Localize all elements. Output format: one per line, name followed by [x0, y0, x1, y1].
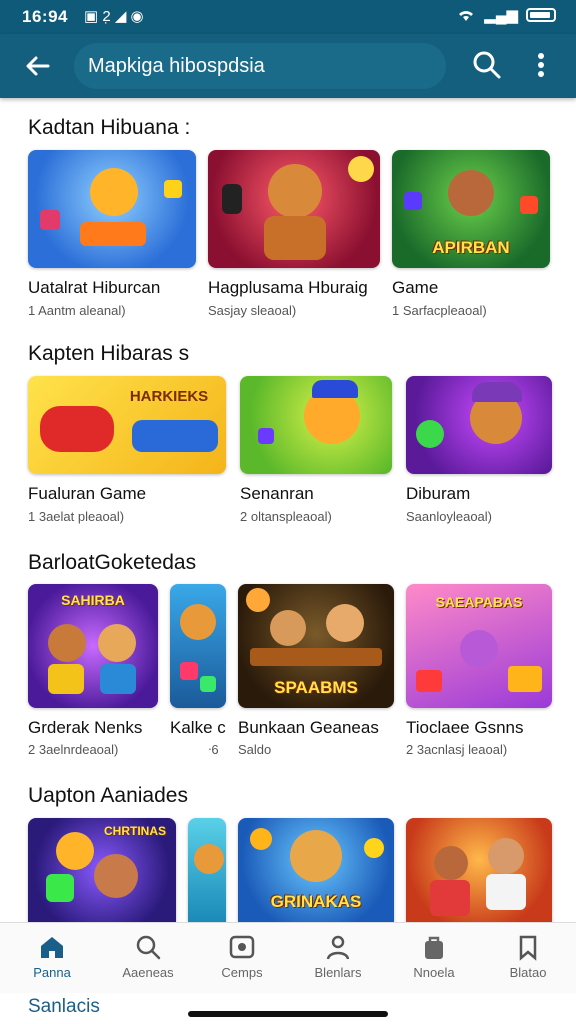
nav-label: Panna — [33, 965, 71, 980]
section-title: Kadtan Hibuana : — [28, 116, 191, 139]
thumbnail-label: CHRTINAS — [104, 824, 166, 838]
game-title: Bunkaan Geaneas — [238, 718, 379, 737]
section-title: Uapton Aaniades — [28, 784, 188, 807]
game-thumbnail: SAHIRBA — [28, 584, 158, 708]
footer-link[interactable]: Sanlacis — [28, 996, 100, 1018]
game-thumbnail: SPAABMS — [238, 584, 394, 708]
game-card[interactable]: SAEAPABAS Tioclaee Gsnns 2 3acnlasj leao… — [406, 584, 552, 769]
game-card[interactable]: GRINAKAS — [238, 818, 394, 922]
game-card[interactable] — [188, 818, 226, 922]
game-thumbnail — [28, 150, 196, 268]
game-thumbnail — [406, 376, 552, 474]
game-thumbnail — [188, 818, 226, 922]
search-button[interactable] — [470, 48, 504, 82]
game-meta: 2 3aelnrdeaoal) — [28, 742, 119, 757]
game-title: Senanran — [240, 484, 314, 503]
home-icon — [41, 937, 63, 958]
game-title: Fualuran Game — [28, 484, 147, 503]
game-title: Diburam — [406, 484, 471, 503]
wifi-icon — [459, 11, 474, 21]
game-thumbnail: SAEAPABAS — [406, 584, 552, 708]
game-card[interactable] — [406, 818, 552, 922]
game-meta: Sasjay sleaoal) — [208, 303, 297, 318]
game-card[interactable]: Uatalrat Hiburcan 1 Aantm aleanal) — [28, 150, 196, 325]
thumbnail-label: GRINAKAS — [270, 892, 362, 911]
back-button[interactable] — [20, 48, 56, 84]
nav-label: Cemps — [221, 965, 263, 980]
section-title: Kapten Hibaras s — [28, 342, 190, 365]
nav-item-saved[interactable]: Blatao — [480, 923, 576, 993]
gamepad-icon — [229, 935, 255, 959]
more-vert-icon — [538, 53, 544, 77]
game-meta: 2 3acnlasj leaoal) — [406, 742, 508, 757]
nav-label: Blatao — [509, 965, 547, 980]
thumbnail-label: HARKIEKS — [129, 388, 209, 405]
game-title: Uatalrat Hiburcan — [28, 278, 161, 297]
game-meta: ᐧ6 — [208, 742, 219, 757]
thumbnail-label: APIRBAN — [432, 238, 510, 257]
game-thumbnail: HARKIEKS — [28, 376, 226, 474]
game-card[interactable]: SPAABMS Bunkaan Geaneas Saldo — [238, 584, 394, 769]
game-meta: 1 3aelat pleaoal) — [28, 509, 125, 524]
nav-item-profile[interactable]: Blenlars — [290, 923, 386, 993]
search-icon — [136, 935, 161, 960]
game-thumbnail: APIRBAN — [392, 150, 550, 268]
thumbnail-label: SAEAPABAS — [435, 594, 523, 610]
game-meta: 1 Aantm aleanal) — [28, 303, 126, 318]
nav-label: Aaeneas — [122, 965, 174, 980]
nav-label: Blenlars — [314, 965, 362, 980]
bookmark-icon — [519, 935, 537, 961]
search-icon — [473, 51, 501, 79]
game-title: Kalke c — [170, 718, 226, 737]
thumbnail-label: SPAABMS — [274, 678, 358, 697]
arrow-left-icon — [26, 56, 50, 76]
nav-item-home[interactable]: Panna — [4, 923, 100, 993]
home-indicator[interactable] — [188, 1011, 388, 1017]
game-meta: Saldo — [238, 742, 272, 757]
game-card[interactable]: Diburam Saanloyleaoal) — [406, 376, 552, 526]
app-bar: Mapkiga hibospdsia — [0, 34, 576, 98]
nav-item-store[interactable]: Nnoela — [386, 923, 482, 993]
game-card[interactable]: CHRTINAS — [28, 818, 176, 922]
nav-item-games[interactable]: Cemps — [194, 923, 290, 993]
status-bar: 16:94 ▣ 2̣ ◢ ◉ ▂▄▆ — [0, 0, 576, 34]
status-time: 16:94 — [22, 7, 68, 26]
bottom-navigation: Panna Aaeneas Cemps Blenlars Nnoela Blat… — [0, 922, 576, 993]
system-icons: ▂▄▆ — [456, 6, 556, 24]
game-meta: 2 oltanspleaoal) — [240, 509, 332, 524]
game-thumbnail: GRINAKAS — [238, 818, 394, 922]
thumbnail-label: SAHIRBA — [61, 592, 125, 608]
game-card[interactable]: HARKIEKS Fualuran Game 1 3aelat pleaoal) — [28, 376, 226, 526]
game-card[interactable]: SAHIRBA Grderak Nenks 2 3aelnrdeaoal) — [28, 584, 158, 769]
nav-label: Nnoela — [413, 965, 455, 980]
battery-icon — [526, 8, 556, 22]
notification-icons: ▣ 2̣ ◢ ◉ — [84, 8, 144, 25]
nav-item-search[interactable]: Aaeneas — [100, 923, 196, 993]
game-thumbnail: CHRTINAS — [28, 818, 176, 922]
game-thumbnail — [406, 818, 552, 922]
game-meta: Saanloyleaoal) — [406, 509, 493, 524]
game-title: Tioclaee Gsnns — [406, 718, 524, 737]
game-thumbnail — [240, 376, 392, 474]
game-title: Hagplusama Hburaig — [208, 278, 368, 297]
game-title: Grderak Nenks — [28, 718, 143, 737]
game-thumbnail — [170, 584, 226, 708]
game-card[interactable]: Kalke c ᐧ6 — [170, 584, 226, 769]
game-card[interactable]: Senanran 2 oltanspleaoal) — [240, 376, 392, 526]
search-query: Mapkiga hibospdsia — [88, 55, 265, 77]
person-icon — [326, 935, 350, 960]
game-title: Game — [392, 278, 439, 297]
game-card[interactable]: APIRBAN Game 1 Sarfacpleaoal) — [392, 150, 550, 325]
search-input[interactable]: Mapkiga hibospdsia — [74, 43, 446, 89]
more-options-button[interactable] — [526, 48, 556, 82]
game-card[interactable]: Hagplusama Hburaig Sasjay sleaoal) — [208, 150, 380, 325]
signal-icon: ▂▄▆ — [484, 7, 518, 24]
section-title: BarloatGoketedas — [28, 551, 197, 574]
game-thumbnail — [208, 150, 380, 268]
game-meta: 1 Sarfacpleaoal) — [392, 303, 487, 318]
bag-icon — [425, 936, 443, 959]
